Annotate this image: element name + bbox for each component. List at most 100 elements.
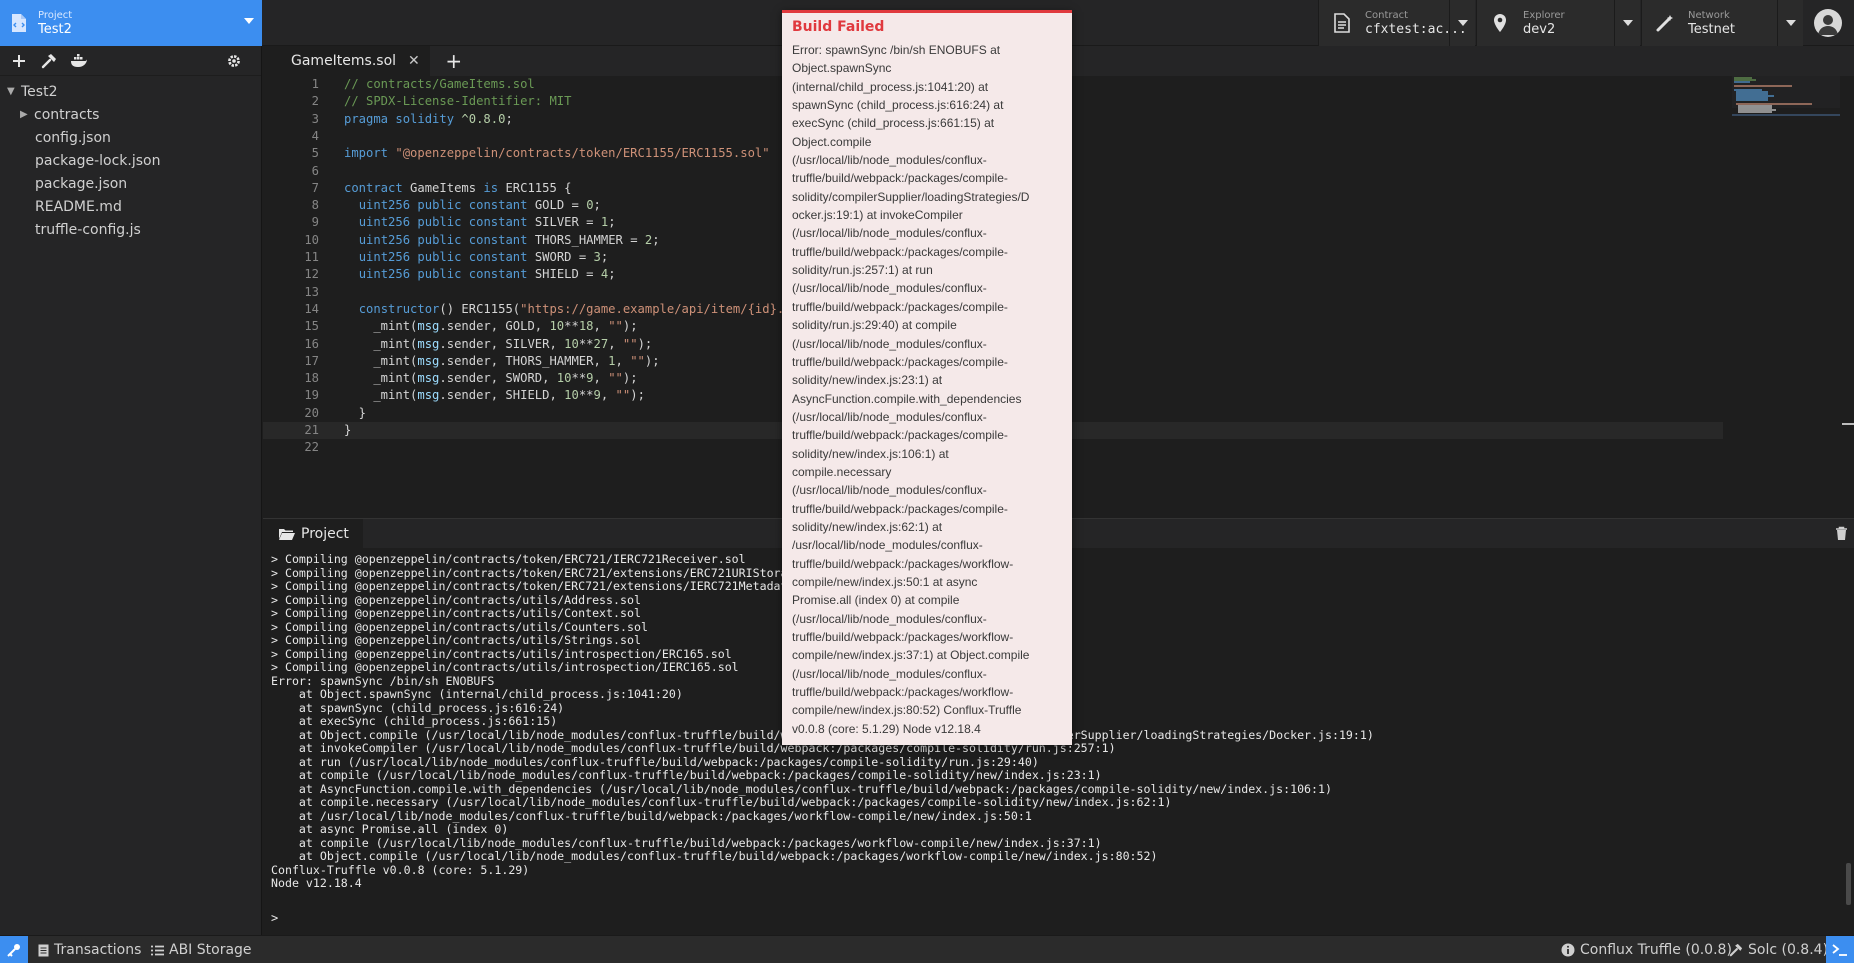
- new-file-button[interactable]: [8, 50, 30, 72]
- line-number: 8: [311, 198, 319, 213]
- build-failed-notification[interactable]: Build Failed Error: spawnSync /bin/sh EN…: [782, 10, 1072, 745]
- notification-line: truffle/build/webpack:/packages/compile-: [792, 244, 1008, 259]
- trash-icon: [1836, 526, 1847, 540]
- gear-icon: [228, 55, 240, 67]
- chevron-down-icon: [1785, 20, 1796, 26]
- notification-line: solidity/run.js:29:40) at compile: [792, 318, 957, 333]
- tree-file[interactable]: package.json: [0, 172, 261, 195]
- notification-line: (/usr/local/lib/node_modules/conflux-: [792, 281, 987, 296]
- line-number: 3: [311, 111, 319, 126]
- conflux-truffle-status[interactable]: Conflux Truffle (0.0.8): [1561, 936, 1732, 963]
- terminal-toggle-button[interactable]: [1826, 936, 1854, 963]
- editor-scroll-marker: [1842, 423, 1854, 425]
- tree-file[interactable]: truffle-config.js: [0, 218, 261, 241]
- notification-line: Object.compile: [792, 134, 872, 149]
- status-bar: Transactions ABI Storage Conflux Truffle…: [0, 935, 1854, 963]
- notification-line: ocker.js:19:1) at invokeCompiler: [792, 208, 963, 223]
- notification-line: Object.spawnSync: [792, 61, 892, 76]
- solc-status[interactable]: Solc (0.8.4): [1729, 936, 1828, 963]
- tree-file[interactable]: README.md: [0, 195, 261, 218]
- line-number: 2: [311, 94, 319, 109]
- tree-file[interactable]: package-lock.json: [0, 149, 261, 172]
- explorer-selector[interactable]: Explorer dev2: [1476, 0, 1640, 46]
- line-number: 22: [304, 440, 319, 455]
- terminal-prompt[interactable]: >: [271, 911, 278, 925]
- notification-body: Error: spawnSync /bin/sh ENOBUFS at Objec…: [792, 41, 1062, 738]
- network-selector[interactable]: Network Testnet: [1641, 0, 1803, 46]
- code-minimap[interactable]: [1732, 76, 1840, 116]
- notification-line: (/usr/local/lib/node_modules/conflux-: [792, 336, 987, 351]
- notification-line: (internal/child_process.js:1041:20) at: [792, 79, 989, 94]
- notification-line: (/usr/local/lib/node_modules/conflux-: [792, 483, 987, 498]
- tree-root-project[interactable]: ▼ Test2: [0, 80, 261, 103]
- info-icon: [1561, 943, 1575, 957]
- line-number: 16: [304, 336, 319, 351]
- notification-line: compile.necessary: [792, 464, 892, 479]
- notification-line: (/usr/local/lib/node_modules/conflux-: [792, 226, 987, 241]
- new-tab-button[interactable]: +: [444, 49, 464, 73]
- tree-item-label: README.md: [35, 198, 122, 215]
- line-number: 18: [304, 371, 319, 386]
- close-icon[interactable]: ✕: [408, 53, 420, 69]
- notification-line: spawnSync (child_process.js:616:24) at: [792, 98, 1004, 113]
- network-dropdown-button[interactable]: [1777, 0, 1803, 46]
- notification-line: solidity/run.js:257:1) at run: [792, 263, 933, 278]
- docker-button[interactable]: [68, 50, 90, 72]
- terminal-line: at run (/usr/local/lib/node_modules/conf…: [271, 754, 1039, 769]
- contract-dropdown-button[interactable]: [1449, 0, 1475, 46]
- notification-line: v0.0.8 (core: 5.1.29) Node v12.18.4: [792, 721, 981, 736]
- terminal-line: at compile (/usr/local/lib/node_modules/…: [271, 835, 1102, 850]
- tree-folder-contracts[interactable]: ▶ contracts: [0, 103, 261, 126]
- settings-button[interactable]: [223, 50, 245, 72]
- solc-label: Solc (0.8.4): [1748, 942, 1829, 958]
- line-number: 5: [311, 146, 319, 161]
- build-button[interactable]: [38, 50, 60, 72]
- tab-project[interactable]: Project: [263, 519, 363, 549]
- terminal-line: Node v12.18.4: [271, 876, 362, 890]
- line-number: 20: [304, 405, 319, 420]
- tree-item-label: package-lock.json: [35, 152, 161, 169]
- notification-line: (/usr/local/lib/node_modules/conflux-: [792, 409, 987, 424]
- tree-file[interactable]: config.json: [0, 126, 261, 149]
- project-label: Project: [38, 9, 73, 21]
- notification-line: solidity/new/index.js:106:1) at: [792, 446, 949, 461]
- abi-storage-label: ABI Storage: [169, 942, 252, 958]
- tree-item-label: truffle-config.js: [35, 221, 141, 238]
- terminal-scrollbar[interactable]: [1846, 863, 1851, 905]
- project-selector[interactable]: Project Test2: [0, 0, 262, 46]
- line-number: 12: [304, 267, 319, 282]
- explorer-label: Explorer: [1523, 9, 1565, 21]
- abi-storage-button[interactable]: ABI Storage: [151, 936, 252, 963]
- tree-item-label: contracts: [34, 106, 100, 123]
- chevron-down-icon: [244, 18, 254, 24]
- line-number: 1: [311, 77, 319, 91]
- plus-icon: +: [445, 49, 463, 73]
- notification-line: Error: spawnSync /bin/sh ENOBUFS at: [792, 43, 1001, 57]
- chevron-down-icon: [1622, 20, 1633, 26]
- keypair-button[interactable]: [0, 936, 28, 963]
- line-number: 7: [311, 180, 319, 195]
- terminal-line: at async Promise.all (index 0): [271, 822, 509, 836]
- conflux-truffle-label: Conflux Truffle (0.0.8): [1580, 942, 1732, 958]
- transactions-button[interactable]: Transactions: [38, 936, 141, 963]
- tree-item-label: config.json: [35, 129, 111, 146]
- notification-line: solidity/compilerSupplier/loadingStrateg…: [792, 189, 1030, 204]
- location-pin-icon: [1489, 12, 1511, 34]
- contract-selector[interactable]: Contract cfxtest:ac...: [1318, 0, 1475, 46]
- notification-line: solidity/new/index.js:23:1) at: [792, 373, 943, 388]
- explorer-dropdown-button[interactable]: [1614, 0, 1640, 46]
- line-number: 11: [304, 250, 319, 264]
- clear-terminal-button[interactable]: [1835, 526, 1848, 545]
- user-avatar-icon[interactable]: [1814, 9, 1842, 37]
- network-value: Testnet: [1688, 21, 1735, 37]
- notification-line: /usr/local/lib/node_modules/conflux-: [792, 538, 983, 553]
- notification-line: execSync (child_process.js:661:15) at: [792, 116, 995, 131]
- notification-line: truffle/build/webpack:/packages/workflow…: [792, 630, 1014, 644]
- terminal-icon: [1832, 944, 1847, 956]
- tab-gameitems[interactable]: GameItems.sol ✕: [263, 46, 430, 76]
- line-number: 14: [304, 301, 319, 316]
- line-number: 13: [304, 284, 319, 299]
- caret-down-icon: ▼: [7, 86, 15, 97]
- terminal-line: at compile.necessary (/usr/local/lib/nod…: [271, 795, 1172, 809]
- terminal-line: at AsyncFunction.compile.with_dependenci…: [271, 781, 1332, 796]
